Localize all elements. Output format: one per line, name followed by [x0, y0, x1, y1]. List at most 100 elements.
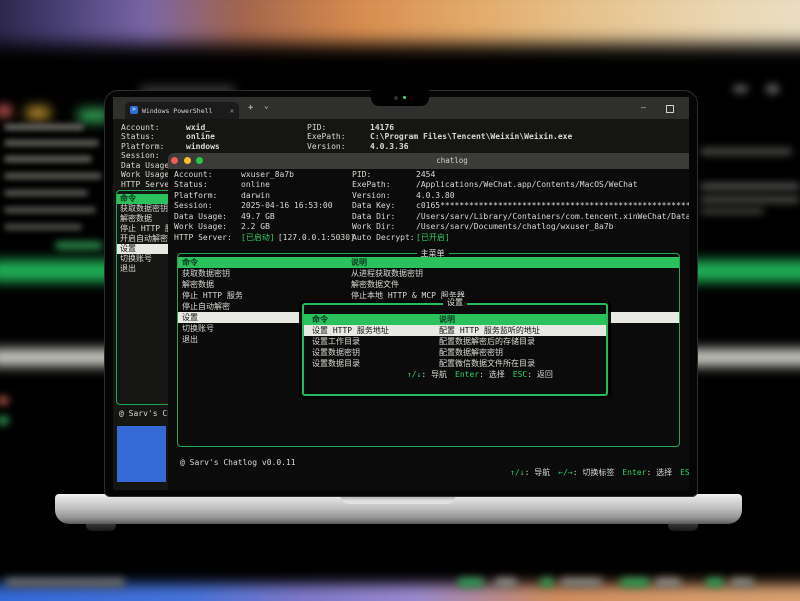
settings-popup: 设置 命令 说明 设置 HTTP 服务地址 配置 HTTP 服务监听的地址 设置… [302, 303, 608, 396]
hint-key: ←/→ [558, 468, 572, 477]
hint-label: : 选择 [479, 370, 505, 379]
maximize-button[interactable] [666, 105, 674, 113]
app-version-text: @ Sarv's Chatlog v0.0.11 [180, 458, 296, 468]
menu-item-desc: 解密数据文件 [351, 279, 399, 290]
blurred-text-row [700, 183, 800, 190]
background-top-gradient [0, 0, 800, 44]
menu-item[interactable]: 停止 HTTP 服务 停止本地 HTTP & MCP 服务器 [178, 290, 679, 301]
info-value: /Users/sarv/Documents/chatlog/wxuser_8a7… [416, 222, 613, 232]
hint-label: : 切换标签 [573, 468, 615, 477]
blurred-text-row [700, 148, 792, 155]
info-label: ExePath: [352, 180, 391, 190]
blurred-maximize-blob [766, 84, 779, 94]
ps-info-label: Status: [121, 132, 155, 142]
blurred-hint-blob [458, 578, 484, 587]
header-desc: 说明 [351, 257, 367, 268]
window-title: chatlog [168, 156, 689, 166]
popup-item-cmd: 设置工作目录 [312, 336, 360, 347]
info-value: 49.7 GB [241, 212, 275, 222]
info-value: wxuser_8a7b [241, 170, 294, 180]
info-label: HTTP Server: [174, 233, 232, 243]
minimize-button[interactable]: — [641, 103, 646, 113]
hint-key: Enter [622, 468, 646, 477]
hint-label: : 导航 [525, 468, 551, 477]
tab-dropdown-button[interactable]: ⌄ [264, 101, 269, 111]
close-tab-icon[interactable]: ✕ [230, 107, 234, 115]
info-value: 2.2 GB [241, 222, 270, 232]
blurred-text-row [4, 124, 84, 130]
blurred-small-green [0, 416, 9, 425]
menu-item-cmd: 停止自动解密 [182, 301, 230, 312]
hint-key: ESC [680, 468, 689, 477]
ps-info-label: ExePath: [307, 132, 346, 142]
blurred-hint-blob [560, 578, 602, 587]
blurred-text-row [4, 190, 88, 196]
info-value: /Applications/WeChat.app/Contents/MacOS/… [416, 180, 638, 190]
header-cmd: 命令 [312, 314, 328, 325]
status-hint-bar: ↑/↓: 导航←/→: 切换标签Enter: 选择ESC: 返回 [462, 458, 689, 488]
powershell-icon: > [130, 106, 138, 114]
popup-header: 命令 说明 [304, 314, 606, 325]
info-value: [127.0.0.1:5030] [273, 233, 355, 243]
menu-item-label: 解密数据 [120, 214, 152, 224]
laptop-screen: > Windows PowerShell ✕ + ⌄ — Account: wx… [104, 90, 698, 497]
header-desc: 说明 [439, 314, 455, 325]
blurred-minimize-blob [733, 85, 748, 93]
blurred-text-row [4, 224, 82, 230]
chatlog-titlebar[interactable]: chatlog [168, 153, 689, 169]
menu-item-cmd: 设置 [182, 312, 198, 323]
blurred-hint-blob [540, 578, 554, 587]
info-label: Session: [174, 201, 213, 211]
popup-item-selected[interactable]: 设置 HTTP 服务地址 配置 HTTP 服务监听的地址 [304, 325, 606, 336]
blurred-hint-blob [620, 578, 650, 587]
info-value: c0165***********************************… [416, 201, 689, 211]
info-label: Platform: [174, 191, 217, 201]
popup-item[interactable]: 设置数据密钥 配置数据解密密钥 [304, 347, 606, 358]
blurred-status-text [5, 578, 125, 587]
info-label: Account: [174, 170, 213, 180]
camera-icon [394, 96, 398, 100]
menu-item-cmd: 切换账号 [182, 323, 214, 334]
popup-item[interactable]: 设置工作目录 配置数据解密后的存储目录 [304, 336, 606, 347]
info-label: PID: [352, 170, 371, 180]
info-status: [已开启] [416, 233, 450, 243]
blurred-green-text [55, 242, 103, 249]
blurred-text-row [700, 196, 800, 203]
laptop-base [55, 494, 742, 524]
blurred-text-row [4, 140, 99, 146]
info-value: 2454 [416, 170, 435, 180]
popup-title: 设置 [443, 297, 467, 308]
menu-item[interactable]: 获取数据密钥 从进程获取数据密钥 [178, 268, 679, 279]
menu-item[interactable]: 解密数据 解密数据文件 [178, 279, 679, 290]
menu-item-label: 切换账号 [120, 254, 152, 264]
chatlog-window: chatlog Account: wxuser_8a7b Status: onl… [168, 153, 689, 490]
camera-indicator-light [403, 96, 406, 99]
blurred-text-row [700, 208, 764, 214]
menu-item-label: 开启自动解密 [120, 234, 168, 244]
hint-key: ↑/↓ [510, 468, 524, 477]
tab-windows-powershell[interactable]: > Windows PowerShell ✕ [125, 102, 239, 119]
blurred-text-row [4, 173, 102, 179]
info-label: Status: [174, 180, 208, 190]
hint-label: : 选择 [646, 468, 672, 477]
info-value: /Users/sarv/Library/Containers/com.tence… [416, 212, 689, 222]
screen-content: > Windows PowerShell ✕ + ⌄ — Account: wx… [113, 97, 689, 490]
info-label: Work Usage: [174, 222, 227, 232]
new-tab-button[interactable]: + [248, 103, 253, 113]
popup-item-desc: 配置数据解密后的存储目录 [439, 336, 535, 347]
menu-item-cmd: 获取数据密钥 [182, 268, 230, 279]
blurred-text-row [4, 207, 96, 213]
menu-item-desc: 从进程获取数据密钥 [351, 268, 423, 279]
ps-info-value: 4.0.3.36 [370, 142, 409, 152]
info-label: Data Usage: [174, 212, 227, 222]
menu-item-cmd: 退出 [182, 334, 198, 345]
header-cmd: 命令 [182, 257, 198, 268]
menu-item-label: 获取数据密钥 [120, 204, 168, 214]
popup-item-cmd: 设置 HTTP 服务地址 [312, 325, 389, 336]
hint-label: : 返回 [527, 370, 553, 379]
menu-item-label: 设置 [120, 244, 136, 254]
blurred-text-row [4, 156, 92, 162]
info-label: Data Dir: [352, 212, 395, 222]
hint-key: ↑/↓ [407, 370, 421, 379]
tab-title: Windows PowerShell [142, 107, 212, 115]
